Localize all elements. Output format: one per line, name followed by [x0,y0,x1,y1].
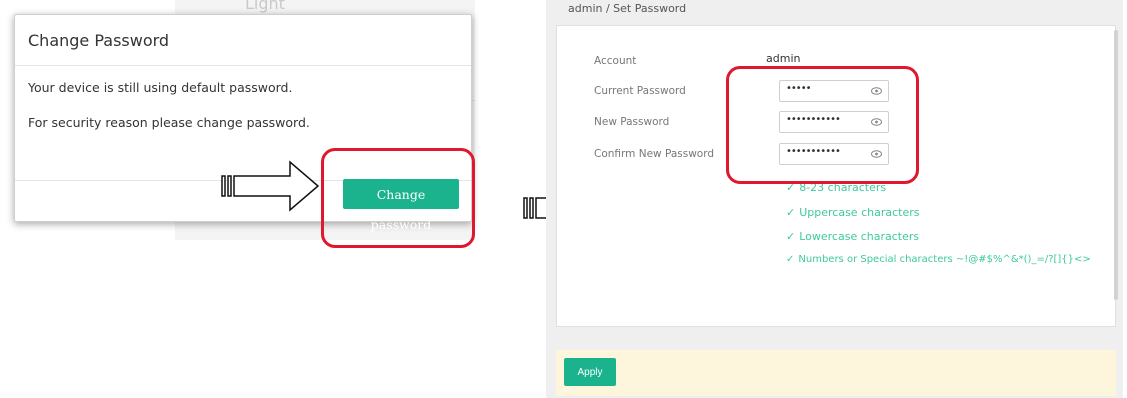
set-password-panel: admin / Set Password Account admin Curre… [546,0,1123,398]
background-faint-text: Light [245,0,285,13]
arrow-right-icon [221,160,320,212]
highlight-password-fields [726,66,919,184]
modal-title: Change Password [15,15,471,66]
rule-lowercase: ✓ Lowercase characters [786,230,919,243]
check-icon: ✓ [786,254,795,265]
card-scrollbar[interactable] [1114,30,1118,300]
modal-message-security: For security reason please change passwo… [28,115,310,130]
check-icon: ✓ [786,206,796,219]
rule-special-text: Numbers or Special characters ~!@#$%^&*(… [798,254,1091,265]
highlight-change-button [321,148,475,248]
rule-uppercase-text: Uppercase characters [799,206,920,219]
apply-bar: Apply [556,350,1116,396]
modal-message-default: Your device is still using default passw… [28,80,293,95]
new-password-label: New Password [594,116,670,128]
rule-lowercase-text: Lowercase characters [799,230,920,243]
breadcrumb: admin / Set Password [568,2,687,15]
account-label: Account [594,55,637,67]
apply-button[interactable]: Apply [564,358,616,386]
account-value: admin [766,52,801,65]
confirm-password-label: Confirm New Password [594,148,715,160]
rule-special: ✓ Numbers or Special characters ~!@#$%^&*… [786,254,1091,265]
check-icon: ✓ [786,230,796,243]
rule-uppercase: ✓ Uppercase characters [786,206,919,219]
current-password-label: Current Password [594,85,686,97]
